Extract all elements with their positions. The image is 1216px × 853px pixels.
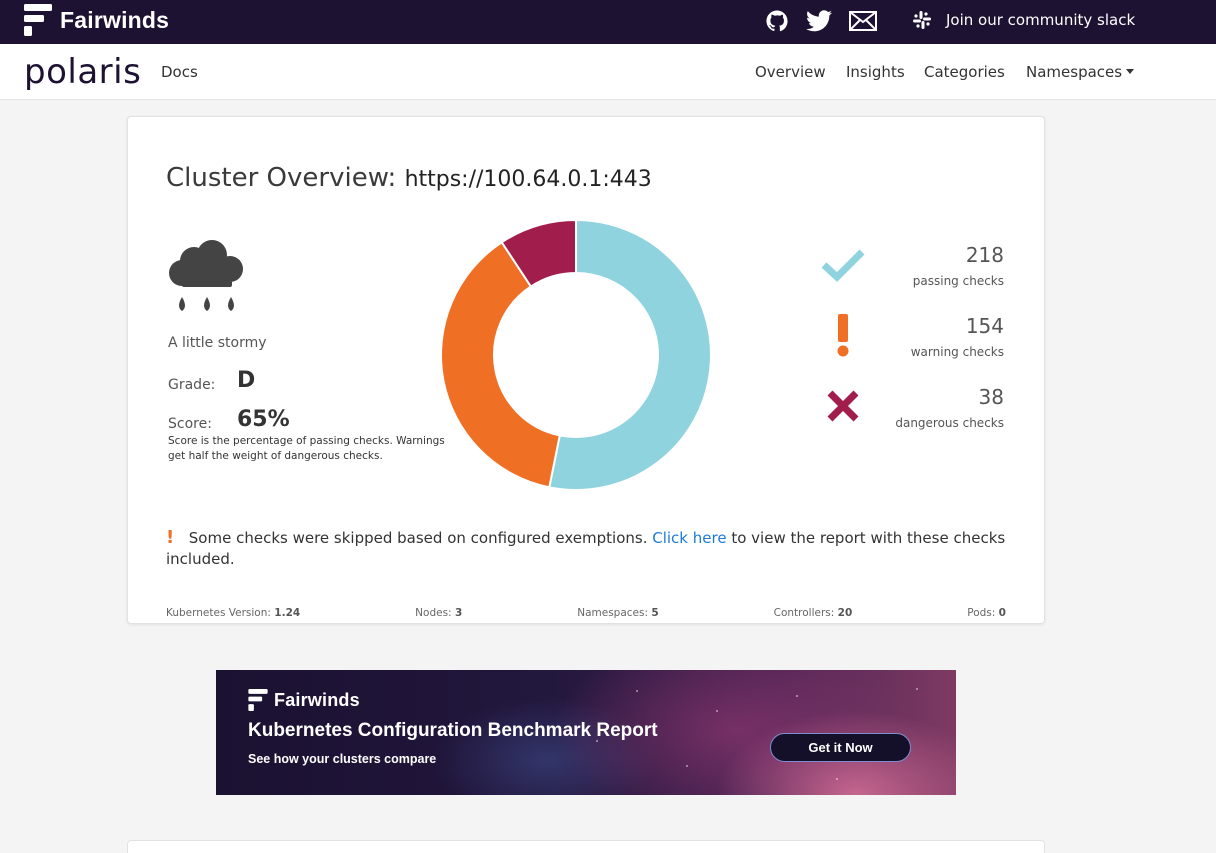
pods-value: 0 — [998, 607, 1006, 619]
exemptions-notice: ! Some checks were skipped based on conf… — [166, 527, 1006, 570]
cluster-url: https://100.64.0.1:443 — [404, 167, 652, 192]
nav-overview[interactable]: Overview — [755, 63, 826, 81]
top-bar: Fairwinds Join our community slack — [0, 0, 1216, 44]
warning-count: 154 — [965, 314, 1004, 338]
nav-namespaces-label: Namespaces — [1026, 63, 1123, 81]
namespaces-label: Namespaces: — [577, 607, 649, 619]
fairwinds-brand-text: Fairwinds — [60, 6, 170, 33]
nav-categories[interactable]: Categories — [924, 63, 1005, 81]
x-icon — [818, 381, 868, 431]
banner-star — [636, 690, 638, 692]
click-here-link[interactable]: Click here — [652, 529, 726, 547]
kubernetes-version-stat: Kubernetes Version: 1.24 — [166, 607, 300, 619]
docs-link[interactable]: Docs — [161, 63, 198, 81]
notice-text-before: Some checks were skipped based on config… — [188, 529, 648, 547]
namespaces-value: 5 — [651, 607, 659, 619]
banner-star — [716, 710, 718, 712]
stormy-cloud-icon — [168, 240, 246, 311]
controllers-label: Controllers: — [773, 607, 835, 619]
score-value: 65% — [237, 407, 290, 432]
nav-insights[interactable]: Insights — [846, 63, 905, 81]
kubernetes-version-label: Kubernetes Version: — [166, 607, 271, 619]
check-icon — [818, 240, 868, 290]
score-label: Score: — [168, 416, 212, 432]
banner-star — [916, 688, 918, 690]
banner-star — [796, 695, 798, 697]
kubernetes-version-value: 1.24 — [274, 607, 301, 619]
slack-icon — [913, 11, 931, 29]
banner-star — [836, 778, 838, 780]
score-note: Score is the percentage of passing check… — [168, 435, 445, 462]
fairwinds-logo-icon — [24, 4, 52, 36]
banner-title: Kubernetes Configuration Benchmark Repor… — [248, 720, 658, 741]
grade-value: D — [237, 368, 256, 393]
pods-label: Pods: — [967, 607, 996, 619]
banner-subtitle: See how your clusters compare — [248, 752, 437, 766]
cluster-title-prefix: Cluster Overview: — [166, 163, 397, 193]
fairwinds-logo[interactable]: Fairwinds — [24, 4, 169, 36]
banner-brand-text: Fairwinds — [274, 689, 360, 710]
caret-down-icon — [1126, 69, 1135, 74]
github-icon[interactable] — [764, 9, 790, 33]
passing-count: 218 — [965, 243, 1004, 267]
cluster-stats-footer: Kubernetes Version: 1.24 Nodes: 3 Namesp… — [166, 607, 1006, 619]
passing-label: passing checks — [912, 274, 1004, 288]
benchmark-report-banner[interactable]: Fairwinds Kubernetes Configuration Bench… — [216, 670, 956, 795]
nav-bar: polaris Docs Overview Insights Categorie… — [0, 44, 1216, 100]
cluster-overview-card: Cluster Overview: https://100.64.0.1:443… — [127, 116, 1045, 624]
nodes-value: 3 — [454, 607, 463, 619]
checks-donut-chart — [440, 219, 712, 491]
polaris-logo-text: polaris — [24, 52, 142, 92]
dangerous-label: dangerous checks — [895, 416, 1004, 430]
next-card — [127, 840, 1045, 853]
weather-label: A little stormy — [168, 335, 267, 351]
dangerous-count: 38 — [978, 385, 1004, 409]
controllers-value: 20 — [837, 607, 853, 619]
mail-icon[interactable] — [848, 9, 878, 33]
join-slack-link[interactable]: Join our community slack — [912, 10, 1135, 30]
grade-label: Grade: — [168, 377, 216, 393]
join-slack-label: Join our community slack — [946, 11, 1136, 29]
pods-stat: Pods: 0 — [967, 607, 1006, 619]
nodes-stat: Nodes: 3 — [415, 607, 462, 619]
twitter-icon[interactable] — [804, 9, 834, 33]
get-it-now-button[interactable]: Get it Now — [770, 733, 911, 762]
banner-star — [686, 765, 688, 767]
banner-fairwinds-logo: Fairwinds — [248, 689, 360, 711]
namespaces-stat: Namespaces: 5 — [577, 607, 658, 619]
nodes-label: Nodes: — [415, 607, 452, 619]
social-icons — [764, 9, 878, 33]
exclamation-icon — [818, 310, 868, 360]
warning-label: warning checks — [910, 345, 1004, 359]
controllers-stat: Controllers: 20 — [774, 607, 853, 619]
fairwinds-logo-icon — [248, 689, 268, 711]
warning-exclamation-icon: ! — [166, 527, 175, 548]
cluster-title: Cluster Overview: https://100.64.0.1:443 — [166, 163, 652, 193]
nav-namespaces-dropdown[interactable]: Namespaces — [1026, 63, 1135, 81]
polaris-logo[interactable]: polaris — [24, 52, 141, 92]
